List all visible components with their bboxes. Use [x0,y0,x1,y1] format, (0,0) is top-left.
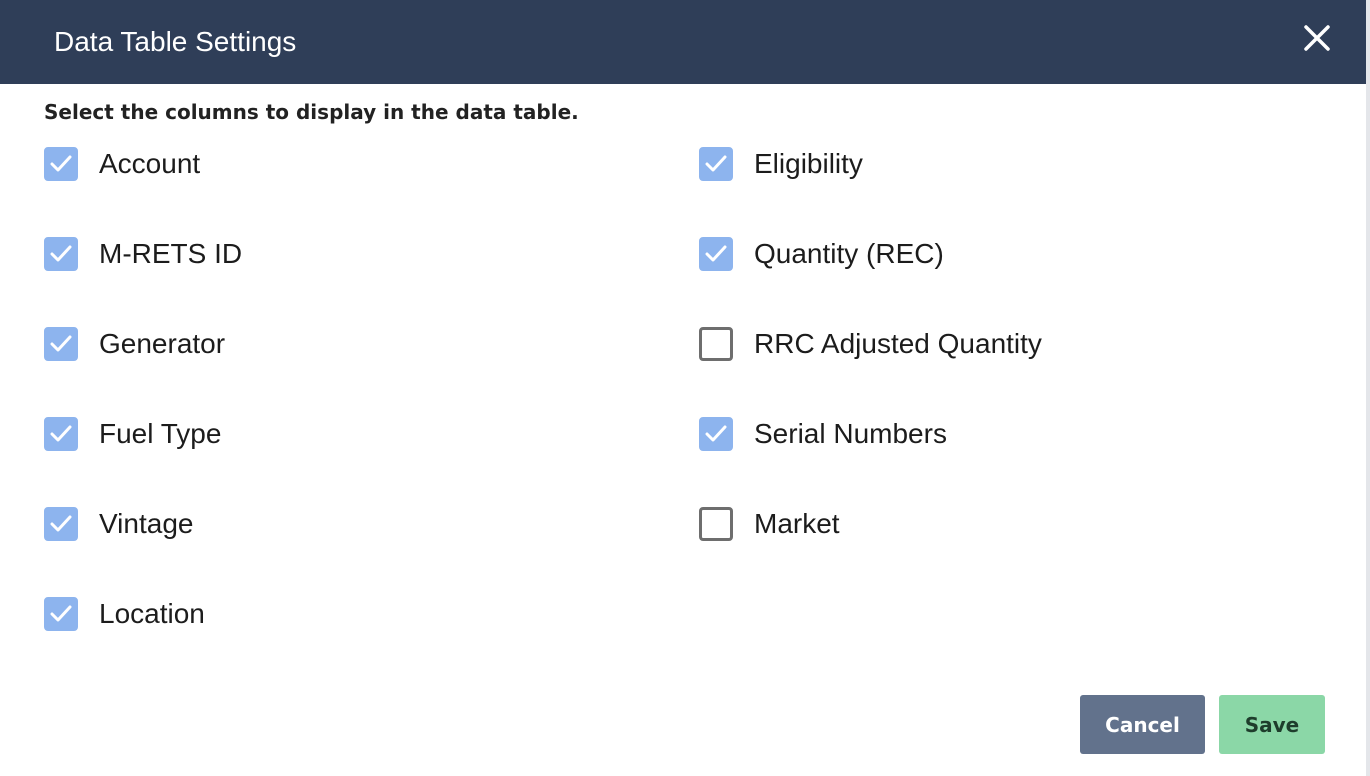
check-icon [705,425,727,442]
save-button[interactable]: Save [1219,695,1325,754]
column-options-right: Eligibility Quantity (REC) RRC Adjusted … [699,142,1042,592]
checkbox-checked[interactable] [44,417,78,451]
check-icon [50,245,72,262]
checkbox-checked[interactable] [44,597,78,631]
check-icon [50,605,72,622]
option-label: Serial Numbers [754,418,947,449]
option-label: Account [99,148,201,179]
option-label: RRC Adjusted Quantity [754,328,1042,359]
checkbox-unchecked[interactable] [699,327,733,361]
cancel-button[interactable]: Cancel [1080,695,1205,754]
data-table-settings-dialog: Data Table Settings Select the columns t… [0,0,1370,776]
option-fuel-type[interactable]: Fuel Type [44,412,242,456]
checkbox-checked[interactable] [699,417,733,451]
check-icon [50,335,72,352]
option-label: Generator [99,328,226,359]
option-label: Location [99,598,205,629]
option-account[interactable]: Account [44,142,242,186]
checkbox-checked[interactable] [44,237,78,271]
dialog-title: Data Table Settings [54,26,297,57]
option-serial-numbers[interactable]: Serial Numbers [699,412,1042,456]
close-icon[interactable] [1298,19,1336,57]
option-label: Fuel Type [99,418,222,449]
option-market[interactable]: Market [699,502,1042,546]
check-icon [50,425,72,442]
check-icon [50,155,72,172]
checkbox-checked[interactable] [44,507,78,541]
dialog-header: Data Table Settings [0,0,1366,84]
checkbox-checked[interactable] [699,147,733,181]
option-label: M-RETS ID [99,238,243,269]
option-generator[interactable]: Generator [44,322,242,366]
option-eligibility[interactable]: Eligibility [699,142,1042,186]
instructions-text: Select the columns to display in the dat… [44,100,579,124]
checkbox-checked[interactable] [44,147,78,181]
option-label: Market [754,508,840,539]
option-quantity-rec[interactable]: Quantity (REC) [699,232,1042,276]
checkbox-unchecked[interactable] [699,507,733,541]
option-label: Vintage [99,508,194,539]
column-options-left: Account M-RETS ID Generator Fuel Type Vi… [44,142,242,682]
check-icon [50,515,72,532]
option-m-rets-id[interactable]: M-RETS ID [44,232,242,276]
option-label: Eligibility [754,148,863,179]
checkbox-checked[interactable] [44,327,78,361]
check-icon [705,245,727,262]
option-rrc-adjusted-quantity[interactable]: RRC Adjusted Quantity [699,322,1042,366]
option-vintage[interactable]: Vintage [44,502,242,546]
checkbox-checked[interactable] [699,237,733,271]
option-location[interactable]: Location [44,592,242,636]
option-label: Quantity (REC) [754,238,944,269]
check-icon [705,155,727,172]
